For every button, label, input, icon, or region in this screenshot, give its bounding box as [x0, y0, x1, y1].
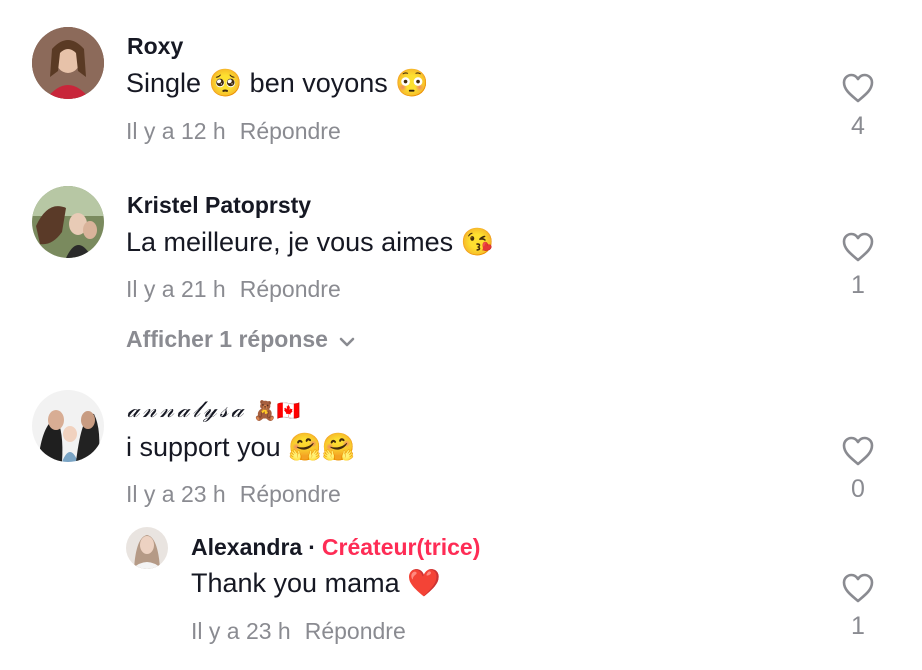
reply-button[interactable]: Répondre: [240, 481, 341, 507]
avatar-alexandra[interactable]: [126, 527, 168, 569]
comment-text: La meilleure, je vous aimes 😘: [126, 227, 495, 257]
reply-button[interactable]: Répondre: [305, 618, 406, 644]
like-count: 1: [851, 612, 865, 640]
avatar-image: [126, 527, 168, 569]
reply-button[interactable]: Répondre: [240, 276, 341, 302]
like-button[interactable]: 4: [828, 72, 888, 141]
like-count: 0: [851, 475, 865, 503]
comment-username[interactable]: 𝒶𝓃𝓃𝒶𝓁𝓎𝓈𝒶 🧸🇨🇦: [127, 396, 300, 423]
avatar-image: [32, 186, 104, 258]
username-text: 𝒶𝓃𝓃𝒶𝓁𝓎𝓈𝒶: [127, 397, 247, 423]
heart-outline-icon: [842, 573, 874, 603]
heart-outline-icon: [842, 232, 874, 262]
like-button[interactable]: 0: [828, 435, 888, 504]
avatar-roxy[interactable]: [32, 27, 104, 99]
reply-meta: Il y a 23 h Répondre: [191, 618, 406, 645]
comment-username[interactable]: Roxy: [127, 33, 183, 60]
like-button[interactable]: 1: [828, 231, 888, 300]
avatar-annalysa[interactable]: [32, 390, 104, 462]
reply-header: Alexandra · Créateur(trice): [191, 534, 480, 561]
reply-button[interactable]: Répondre: [240, 118, 341, 144]
reply-time: Il y a 23 h: [191, 618, 291, 644]
avatar-kristel[interactable]: [32, 186, 104, 258]
avatar-image: [32, 27, 104, 99]
heart-outline-icon: [842, 436, 874, 466]
view-replies-label: Afficher 1 réponse: [126, 326, 328, 352]
avatar-image: [32, 390, 104, 462]
comment-text: i support you 🤗🤗: [126, 432, 356, 462]
comment-time: Il y a 21 h: [126, 276, 226, 302]
like-button[interactable]: 1: [828, 572, 888, 641]
like-count: 1: [851, 271, 865, 299]
comment-username[interactable]: Kristel Patoprsty: [127, 192, 311, 219]
separator: ·: [308, 534, 316, 560]
chevron-down-icon: [338, 327, 356, 354]
heart-outline-icon: [842, 73, 874, 103]
comment-meta: Il y a 23 h Répondre: [126, 481, 341, 508]
comment-time: Il y a 12 h: [126, 118, 226, 144]
comment-meta: Il y a 12 h Répondre: [126, 118, 341, 145]
reply-text: Thank you mama ❤️: [191, 568, 441, 598]
reply-username[interactable]: Alexandra: [191, 534, 302, 560]
comment-time: Il y a 23 h: [126, 481, 226, 507]
view-replies-button[interactable]: Afficher 1 réponse: [126, 326, 356, 354]
like-count: 4: [851, 112, 865, 140]
comment-meta: Il y a 21 h Répondre: [126, 276, 341, 303]
username-emoji: 🧸🇨🇦: [253, 401, 301, 422]
comment-text: Single 🥺 ben voyons 😳: [126, 68, 429, 98]
creator-badge: Créateur(trice): [321, 534, 481, 560]
